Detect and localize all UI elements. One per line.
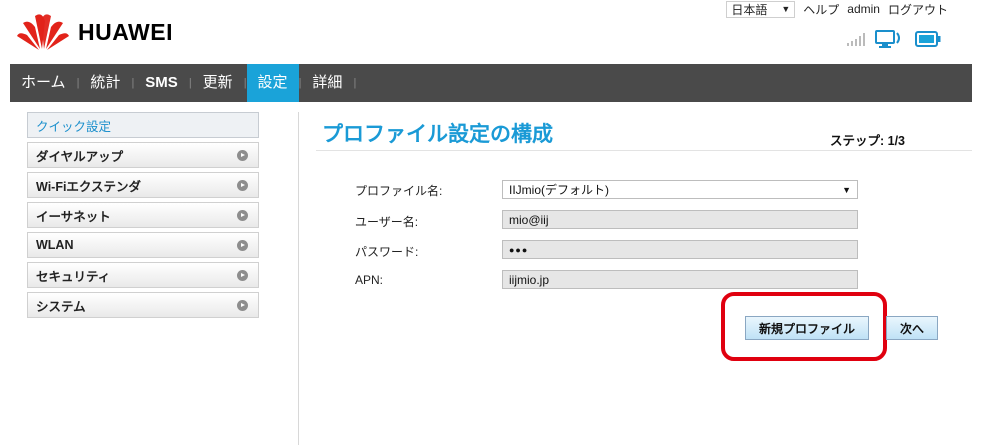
top-links: 日本語 ▼ ヘルプ admin ログアウト	[726, 0, 948, 18]
username-field[interactable]: mio@iij	[502, 210, 858, 229]
sidebar-item-label: システム	[36, 299, 86, 314]
expand-arrow-icon	[237, 299, 248, 311]
sidebar-item-ethernet[interactable]: イーサネット	[27, 202, 259, 228]
sidebar-item-label: WLAN	[36, 238, 74, 252]
language-select[interactable]: 日本語 ▼	[726, 0, 796, 18]
sidebar-item-label: セキュリティ	[36, 269, 111, 284]
apn-label: APN:	[355, 273, 384, 287]
new-profile-button[interactable]: 新規プロファイル	[745, 316, 869, 340]
sidebar-item-system[interactable]: システム	[27, 292, 259, 318]
sidebar-item-quick-setup[interactable]: クイック設定	[27, 112, 259, 138]
username-label: ユーザー名:	[355, 215, 419, 229]
main-nav: ホーム | 統計 | SMS | 更新 | 設定 | 詳細 |	[10, 64, 972, 102]
nav-sms[interactable]: SMS	[134, 64, 189, 102]
expand-arrow-icon	[237, 179, 248, 191]
profile-name-label: プロファイル名:	[355, 184, 443, 198]
status-icons	[847, 30, 941, 48]
nav-home[interactable]: ホーム	[10, 64, 77, 102]
title-divider	[316, 150, 972, 151]
profile-name-value: IIJmio(デフォルト)	[509, 183, 609, 197]
profile-name-select[interactable]: IIJmio(デフォルト) ▼	[502, 180, 858, 199]
content-divider	[298, 112, 299, 445]
sidebar-item-dialup[interactable]: ダイヤルアップ	[27, 142, 259, 168]
chevron-down-icon: ▼	[842, 184, 851, 195]
huawei-flower-icon	[17, 14, 69, 50]
sidebar-item-label: Wi-Fiエクステンダ	[36, 179, 142, 194]
sidebar-item-label: ダイヤルアップ	[36, 149, 124, 164]
language-value: 日本語	[731, 2, 768, 17]
sidebar-item-label: クイック設定	[36, 119, 112, 134]
battery-icon	[915, 31, 941, 47]
logout-link[interactable]: ログアウト	[888, 1, 948, 18]
step-indicator: ステップ: 1/3	[830, 134, 906, 148]
chevron-down-icon: ▼	[781, 4, 791, 14]
expand-arrow-icon	[237, 269, 248, 281]
logo-text: HUAWEI	[78, 19, 173, 45]
nav-settings[interactable]: 設定	[246, 64, 299, 102]
expand-arrow-icon	[237, 239, 248, 251]
header: HUAWEI 日本語 ▼ ヘルプ admin ログアウト	[0, 0, 986, 64]
sidebar-item-security[interactable]: セキュリティ	[27, 262, 259, 288]
password-label: パスワード:	[355, 245, 419, 259]
nav-statistics[interactable]: 統計	[79, 64, 131, 102]
username: admin	[847, 2, 880, 16]
nav-update[interactable]: 更新	[192, 64, 244, 102]
page-title: プロファイル設定の構成	[322, 123, 553, 146]
expand-arrow-icon	[237, 149, 248, 161]
sidebar-item-wifi-extender[interactable]: Wi-Fiエクステンダ	[27, 172, 259, 198]
sidebar: クイック設定 ダイヤルアップ Wi-Fiエクステンダ イーサネット WLAN セ…	[27, 112, 259, 322]
password-field[interactable]: ●●●	[502, 240, 858, 259]
pc-connection-icon	[875, 30, 900, 48]
nav-advanced[interactable]: 詳細	[301, 64, 353, 102]
next-button[interactable]: 次へ	[886, 316, 938, 340]
nav-separator: |	[353, 77, 357, 89]
signal-icon	[847, 32, 865, 46]
apn-field[interactable]: iijmio.jp	[502, 270, 858, 289]
huawei-logo: HUAWEI	[15, 11, 195, 51]
sidebar-item-wlan[interactable]: WLAN	[27, 232, 259, 258]
help-link[interactable]: ヘルプ	[803, 1, 839, 18]
expand-arrow-icon	[237, 209, 248, 221]
sidebar-item-label: イーサネット	[36, 209, 111, 224]
